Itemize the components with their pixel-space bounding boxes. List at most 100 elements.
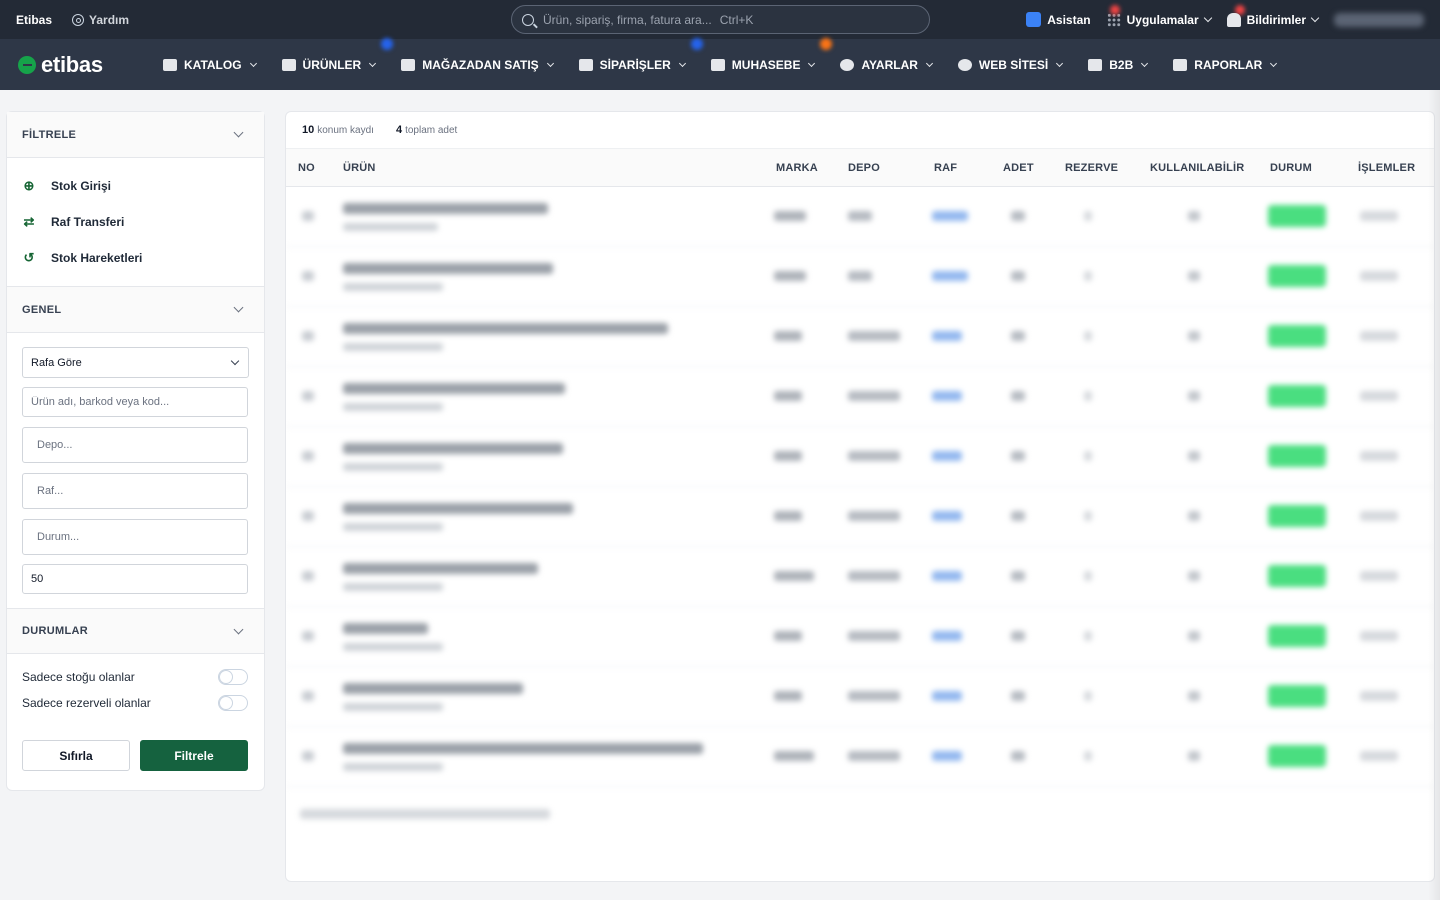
assistant-label: Asistan — [1047, 12, 1091, 27]
section-title: DURUMLAR — [22, 625, 88, 637]
brand-name[interactable]: Etibas — [16, 13, 52, 27]
user-menu[interactable] — [1334, 12, 1424, 27]
logo[interactable]: etibas — [18, 52, 163, 78]
assistant-button[interactable]: Asistan — [1026, 12, 1091, 27]
col-shelf[interactable]: RAF — [934, 149, 957, 187]
stock-only-toggle[interactable] — [218, 669, 248, 685]
chevron-down-icon — [1141, 59, 1149, 67]
col-brand[interactable]: MARKA — [776, 149, 818, 187]
nav-label: ÜRÜNLER — [302, 57, 362, 72]
nav-badge — [690, 37, 703, 50]
product-search-input[interactable] — [22, 387, 248, 417]
col-status[interactable]: DURUM — [1270, 149, 1312, 187]
stock-only-row: Sadece stoğu olanlar — [7, 664, 264, 690]
toggle-label: Sadece stoğu olanlar — [22, 670, 135, 684]
col-warehouse[interactable]: DEPO — [848, 149, 880, 187]
logo-icon — [18, 55, 36, 74]
table-row[interactable] — [286, 727, 1434, 787]
nav-label: AYARLAR — [861, 57, 918, 72]
assistant-icon — [1026, 12, 1042, 27]
apps-grid-icon — [1106, 12, 1121, 27]
general-section-header[interactable]: GENEL — [7, 287, 264, 333]
status-filters: Sadece stoğu olanlar Sadece rezerveli ol… — [7, 654, 264, 716]
page-edge-shadow — [1428, 90, 1440, 900]
global-search[interactable]: Ürün, sipariş, firma, fatura ara... Ctrl… — [511, 5, 930, 34]
apps-menu[interactable]: Uygulamalar — [1106, 4, 1212, 27]
help-link[interactable]: Yardım — [72, 13, 129, 27]
total-quantity-label: toplam adet — [405, 124, 458, 136]
chevron-down-icon — [369, 59, 377, 67]
group-by-select[interactable]: Rafa Göre — [22, 347, 249, 378]
nav-badge — [381, 37, 394, 50]
chevron-down-icon — [1203, 13, 1212, 23]
limit-input[interactable] — [22, 564, 248, 594]
table-row[interactable] — [286, 247, 1434, 307]
reset-button[interactable]: Sıfırla — [22, 740, 130, 771]
table-row[interactable] — [286, 307, 1434, 367]
record-count: 10 — [302, 124, 315, 136]
col-product[interactable]: ÜRÜN — [343, 149, 376, 187]
apply-filter-button[interactable]: Filtrele — [140, 740, 248, 771]
col-no[interactable]: NO — [298, 149, 315, 187]
table-row[interactable] — [286, 487, 1434, 547]
table-header: NO ÜRÜN MARKA DEPO RAF ADET REZERVE KULL… — [286, 149, 1434, 187]
col-available[interactable]: KULLANILABİLİR — [1150, 149, 1244, 187]
history-icon: ↺ — [23, 250, 35, 265]
filter-buttons: Sıfırla Filtrele — [7, 740, 264, 771]
reserved-only-toggle[interactable] — [218, 695, 248, 711]
nav-web-sitesi[interactable]: WEB SİTESİ — [957, 58, 1064, 72]
cart-icon — [578, 58, 593, 71]
action-label: Raf Transferi — [51, 215, 125, 229]
nav-raporlar[interactable]: RAPORLAR — [1173, 57, 1278, 72]
catalog-icon — [163, 58, 177, 71]
quick-actions: ⊕ Stok Girişi ⇄ Raf Transferi ↺ Stok Har… — [7, 158, 264, 287]
table-row[interactable] — [286, 367, 1434, 427]
table-row[interactable] — [286, 667, 1434, 727]
apps-badge — [1109, 4, 1120, 15]
logo-text: etibas — [41, 51, 103, 77]
nav-label: MAĞAZADAN SATIŞ — [422, 57, 539, 72]
nav-ayarlar[interactable]: AYARLAR — [840, 57, 933, 72]
filter-section-header[interactable]: FİLTRELE — [7, 112, 264, 158]
raf-input[interactable] — [22, 473, 248, 509]
col-reserved[interactable]: REZERVE — [1065, 149, 1118, 187]
plus-circle-icon: ⊕ — [23, 178, 35, 193]
nav-b2b[interactable]: B2B — [1088, 58, 1149, 72]
search-placeholder: Ürün, sipariş, firma, fatura ara... — [543, 12, 712, 27]
table-row[interactable] — [286, 607, 1434, 667]
total-quantity: 4 — [395, 124, 403, 136]
stock-location-panel: 10 konum kaydı 4 toplam adet NO ÜRÜN MAR… — [285, 111, 1435, 882]
col-actions[interactable]: İŞLEMLER — [1358, 149, 1415, 187]
chevron-down-icon — [925, 59, 933, 67]
gear-icon — [840, 58, 855, 71]
nav-urunler[interactable]: ÜRÜNLER — [281, 37, 394, 72]
filter-sidebar: FİLTRELE ⊕ Stok Girişi ⇄ Raf Transferi ↺… — [6, 111, 265, 791]
nav-label: RAPORLAR — [1194, 57, 1263, 72]
store-icon — [401, 58, 416, 71]
stock-entry-link[interactable]: ⊕ Stok Girişi — [7, 168, 264, 204]
depo-input[interactable] — [22, 427, 248, 463]
table-row[interactable] — [286, 187, 1434, 247]
nav-label: KATALOG — [184, 57, 242, 72]
nav-label: SİPARİŞLER — [599, 57, 671, 72]
table-row[interactable] — [286, 427, 1434, 487]
top-bar: Etibas Yardım Ürün, sipariş, firma, fatu… — [0, 0, 1440, 39]
search-icon — [522, 13, 534, 26]
nav-magazadan-satis[interactable]: MAĞAZADAN SATIŞ — [401, 57, 554, 72]
chevron-down-icon — [233, 624, 244, 634]
stock-movements-link[interactable]: ↺ Stok Hareketleri — [7, 240, 264, 276]
durum-input[interactable] — [22, 519, 248, 555]
search-shortcut: Ctrl+K — [719, 12, 754, 27]
col-quantity[interactable]: ADET — [1003, 149, 1034, 187]
chevron-down-icon — [233, 302, 244, 313]
section-title: FİLTRELE — [22, 128, 77, 141]
nav-muhasebe[interactable]: MUHASEBE — [710, 37, 833, 72]
action-label: Stok Hareketleri — [51, 251, 143, 265]
notifications-menu[interactable]: Bildirimler — [1226, 4, 1320, 27]
table-row[interactable] — [286, 547, 1434, 607]
action-label: Stok Girişi — [51, 179, 112, 193]
shelf-transfer-link[interactable]: ⇄ Raf Transferi — [7, 204, 264, 240]
nav-katalog[interactable]: KATALOG — [163, 57, 257, 72]
status-section-header[interactable]: DURUMLAR — [7, 608, 264, 654]
nav-siparisler[interactable]: SİPARİŞLER — [578, 37, 703, 72]
